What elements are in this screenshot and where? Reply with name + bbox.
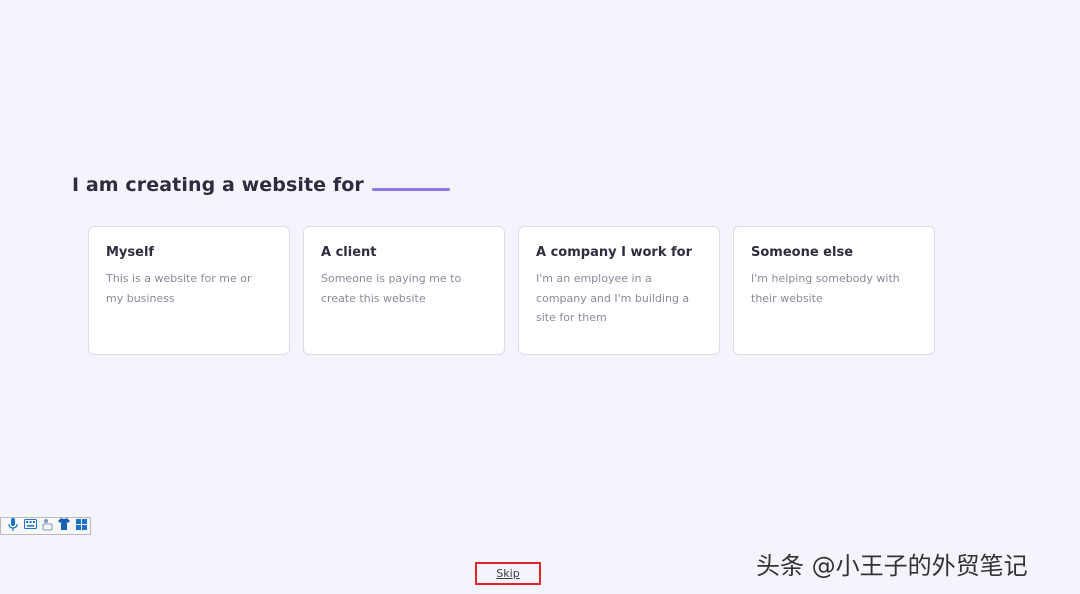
option-description: I'm helping somebody with their website <box>751 272 900 305</box>
option-description: Someone is paying me to create this webs… <box>321 272 462 305</box>
option-description: I'm an employee in a company and I'm bui… <box>536 272 690 324</box>
option-title: Someone else <box>751 245 854 260</box>
handwriting-icon[interactable] <box>40 518 54 535</box>
option-card-someone-else[interactable]: Someone else I'm helping somebody with t… <box>733 226 935 355</box>
watermark: 头条 @小王子的外贸笔记 <box>756 552 1028 580</box>
blank-underline <box>371 188 450 191</box>
option-card-myself[interactable]: Myself This is a website for me or my bu… <box>88 226 290 355</box>
option-card-client[interactable]: A client Someone is paying me to create … <box>303 226 505 355</box>
skip-highlight: Skip <box>475 562 541 585</box>
options-list: Myself This is a website for me or my bu… <box>88 226 935 355</box>
ime-toolbar <box>0 517 91 535</box>
option-description: This is a website for me or my business <box>106 272 252 305</box>
skip-link[interactable]: Skip <box>496 567 519 580</box>
heading-text: I am creating a website for <box>72 174 364 196</box>
grid-icon[interactable] <box>74 518 88 534</box>
keyboard-icon[interactable] <box>23 519 37 533</box>
option-title: A company I work for <box>536 245 692 260</box>
microphone-icon[interactable] <box>6 517 20 535</box>
shirt-icon[interactable] <box>57 518 71 534</box>
option-title: Myself <box>106 245 155 260</box>
page-heading: I am creating a website for <box>72 174 450 196</box>
option-title: A client <box>321 245 377 260</box>
option-card-company[interactable]: A company I work for I'm an employee in … <box>518 226 720 355</box>
